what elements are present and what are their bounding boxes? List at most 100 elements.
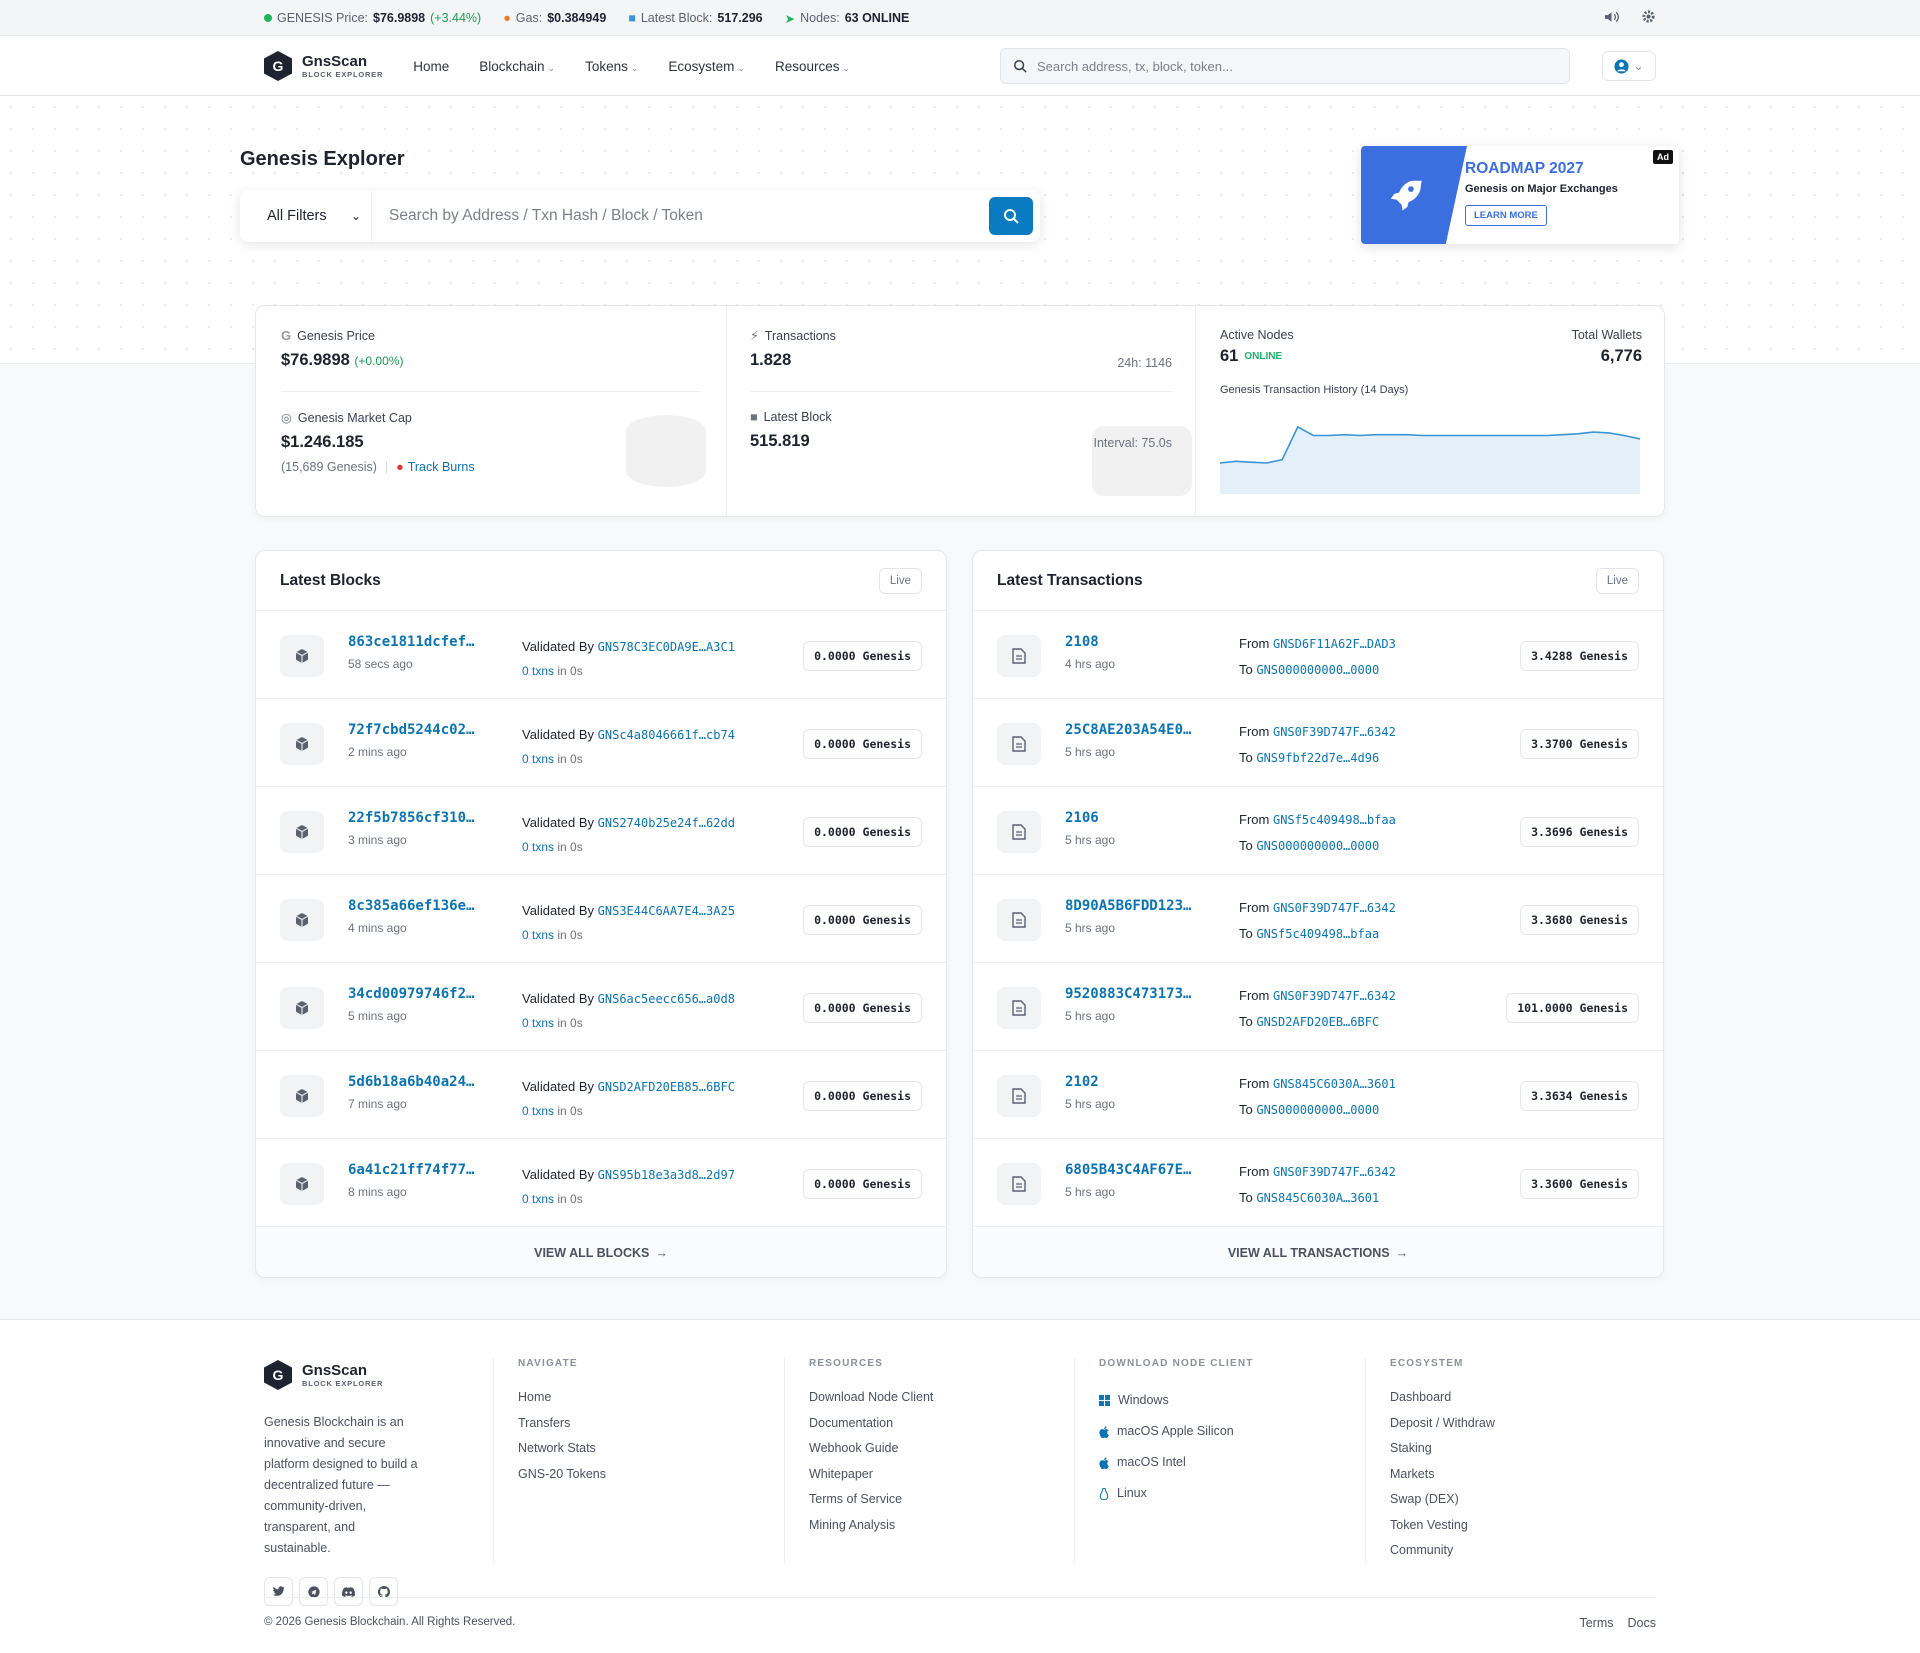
nav-search-input[interactable]: Search address, tx, block, token... (1000, 48, 1570, 84)
validator-address-link[interactable]: GNS2740b25e24f…62dd (598, 816, 735, 830)
validator-address-link[interactable]: GNSc4a8046661f…cb74 (598, 728, 735, 742)
menu-item-blockchain[interactable]: Blockchain ⌄ (479, 59, 555, 74)
to-address-link[interactable]: GNS000000000…0000 (1256, 839, 1379, 853)
footer-resources-link[interactable]: Whitepaper (809, 1462, 933, 1488)
menu-item-ecosystem[interactable]: Ecosystem ⌄ (668, 59, 745, 74)
block-txns-link[interactable]: 0 txns (522, 752, 554, 766)
footer-terms-link[interactable]: Terms (1579, 1616, 1613, 1630)
tx-hash-link[interactable]: 9520883C473173… (1065, 986, 1191, 1002)
sound-icon[interactable] (1604, 10, 1619, 27)
block-row: 22f5b7856cf310… 3 mins ago Validated By GN… (256, 787, 946, 875)
footer-ecosystem-link[interactable]: Deposit / Withdraw (1390, 1411, 1495, 1437)
to-address-link[interactable]: GNS000000000…0000 (1256, 1103, 1379, 1117)
block-txns-link[interactable]: 0 txns (522, 1104, 554, 1118)
block-txns-link[interactable]: 0 txns (522, 664, 554, 678)
block-age: 7 mins ago (348, 1097, 407, 1111)
tx-hash-link[interactable]: 25C8AE203A54E0… (1065, 722, 1191, 738)
validator-address-link[interactable]: GNS3E44C6AA7E4…3A25 (598, 904, 735, 918)
validator-address-link[interactable]: GNSD2AFD20EB85…6BFC (598, 1080, 735, 1094)
track-burns-link[interactable]: ● Track Burns (396, 460, 474, 474)
footer-docs-link[interactable]: Docs (1628, 1616, 1656, 1630)
tx-hash-link[interactable]: 2108 (1065, 634, 1115, 650)
validator-address-link[interactable]: GNS6ac5eecc656…a0d8 (598, 992, 735, 1006)
download-linux-link[interactable]: Linux (1099, 1478, 1254, 1509)
roadmap-ad-banner[interactable]: ROADMAP 2027 Genesis on Major Exchanges … (1361, 146, 1679, 244)
from-address-link[interactable]: GNS0F39D747F…6342 (1273, 989, 1396, 1003)
block-txns-link[interactable]: 0 txns (522, 1016, 554, 1030)
footer-resources-link[interactable]: Webhook Guide (809, 1436, 933, 1462)
footer-ecosystem-link[interactable]: Token Vesting (1390, 1513, 1495, 1539)
tx-hash-link[interactable]: 2102 (1065, 1074, 1115, 1090)
from-address-link[interactable]: GNSD6F11A62F…DAD3 (1273, 637, 1396, 651)
separator: | (384, 460, 389, 474)
footer-ecosystem-link[interactable]: Staking (1390, 1436, 1495, 1462)
block-hash-link[interactable]: 5d6b18a6b40a24… (348, 1074, 474, 1090)
settings-gear-icon[interactable] (1641, 9, 1656, 27)
menu-item-home[interactable]: Home (413, 59, 449, 74)
tx-hash-link[interactable]: 6805B43C4AF67E… (1065, 1162, 1191, 1178)
ad-title: ROADMAP 2027 (1465, 160, 1584, 177)
to-address-link[interactable]: GNS845C6030A…3601 (1256, 1191, 1379, 1205)
block-txns-time: in 0s (557, 664, 583, 678)
from-address-link[interactable]: GNS0F39D747F…6342 (1273, 725, 1396, 739)
network-stats-card: G Genesis Price $76.9898 (+0.00%) ◎ Gene… (255, 305, 1665, 517)
footer-resources-link[interactable]: Mining Analysis (809, 1513, 933, 1539)
ad-learn-more-button[interactable]: LEARN MORE (1465, 205, 1547, 226)
footer-navigate-link[interactable]: Network Stats (518, 1436, 606, 1462)
from-address-link[interactable]: GNS0F39D747F…6342 (1273, 901, 1396, 915)
block-hash-link[interactable]: 72f7cbd5244c02… (348, 722, 474, 738)
price-stats-column: G Genesis Price $76.9898 (+0.00%) ◎ Gene… (256, 306, 727, 516)
footer-resources-link[interactable]: Documentation (809, 1411, 933, 1437)
hero-search-input[interactable]: Search by Address / Txn Hash / Block / T… (372, 207, 989, 225)
footer-ecosystem-link[interactable]: Community (1390, 1538, 1495, 1564)
validated-by-label: Validated By (522, 727, 595, 742)
from-address-link[interactable]: GNS845C6030A…3601 (1273, 1077, 1396, 1091)
footer-ecosystem-link[interactable]: Swap (DEX) (1390, 1487, 1495, 1513)
footer-navigate-link[interactable]: Transfers (518, 1411, 606, 1437)
user-menu-button[interactable]: ⌄ (1602, 51, 1656, 81)
tx-hash-link[interactable]: 8D90A5B6FDD123… (1065, 898, 1191, 914)
nav-search-placeholder: Search address, tx, block, token... (1037, 58, 1233, 74)
footer-download-column: DOWNLOAD NODE CLIENT Windows macOS Apple… (1074, 1358, 1254, 1564)
block-hash-link[interactable]: 863ce1811dcfef… (348, 634, 474, 650)
to-address-link[interactable]: GNSf5c409498…bfaa (1256, 927, 1379, 941)
validator-address-link[interactable]: GNS78C3EC0DA9E…A3C1 (598, 640, 735, 654)
block-hash-link[interactable]: 6a41c21ff74f77… (348, 1162, 474, 1178)
view-all-blocks-button[interactable]: VIEW ALL BLOCKS → (256, 1227, 946, 1277)
download-macos-silicon-link[interactable]: macOS Apple Silicon (1099, 1416, 1254, 1447)
footer-navigate-link[interactable]: Home (518, 1385, 606, 1411)
footer-resources-link[interactable]: Download Node Client (809, 1385, 933, 1411)
footer-ecosystem-link[interactable]: Dashboard (1390, 1385, 1495, 1411)
footer-brand-logo[interactable]: G GnsScan BLOCK EXPLORER (264, 1360, 424, 1390)
footer-ecosystem-link[interactable]: Markets (1390, 1462, 1495, 1488)
download-macos-intel-link[interactable]: macOS Intel (1099, 1447, 1254, 1478)
footer-resources-link[interactable]: Terms of Service (809, 1487, 933, 1513)
block-hash-link[interactable]: 22f5b7856cf310… (348, 810, 474, 826)
to-address-link[interactable]: GNS000000000…0000 (1256, 663, 1379, 677)
validator-address-link[interactable]: GNS95b18e3a3d8…2d97 (598, 1168, 735, 1182)
from-address-link[interactable]: GNS0F39D747F…6342 (1273, 1165, 1396, 1179)
search-filter-select[interactable]: All Filters ⌄ (240, 190, 372, 242)
to-label: To (1239, 1102, 1253, 1117)
to-address-link[interactable]: GNS9fbf22d7e…4d96 (1256, 751, 1379, 765)
view-all-transactions-button[interactable]: VIEW ALL TRANSACTIONS → (973, 1227, 1663, 1277)
menu-item-resources[interactable]: Resources ⌄ (775, 59, 850, 74)
latest-block-value: 515.819 (750, 432, 810, 450)
block-hash-link[interactable]: 8c385a66ef136e… (348, 898, 474, 914)
block-txns-link[interactable]: 0 txns (522, 928, 554, 942)
block-hash-link[interactable]: 34cd00979746f2… (348, 986, 474, 1002)
download-windows-link[interactable]: Windows (1099, 1385, 1254, 1416)
brand-logo[interactable]: G GnsScan BLOCK EXPLORER (264, 51, 383, 81)
cube-icon (280, 899, 324, 941)
genesis-price-label-text: Genesis Price (297, 328, 375, 343)
menu-item-tokens[interactable]: Tokens ⌄ (585, 59, 638, 74)
from-label: From (1239, 724, 1270, 739)
from-address-link[interactable]: GNSf5c409498…bfaa (1273, 813, 1396, 827)
block-txns-link[interactable]: 0 txns (522, 1192, 554, 1206)
block-txns-link[interactable]: 0 txns (522, 840, 554, 854)
tx-hash-link[interactable]: 2106 (1065, 810, 1115, 826)
hero-search-button[interactable] (989, 197, 1033, 235)
from-label: From (1239, 1164, 1270, 1179)
to-address-link[interactable]: GNSD2AFD20EB…6BFC (1256, 1015, 1379, 1029)
footer-navigate-link[interactable]: GNS-20 Tokens (518, 1462, 606, 1488)
